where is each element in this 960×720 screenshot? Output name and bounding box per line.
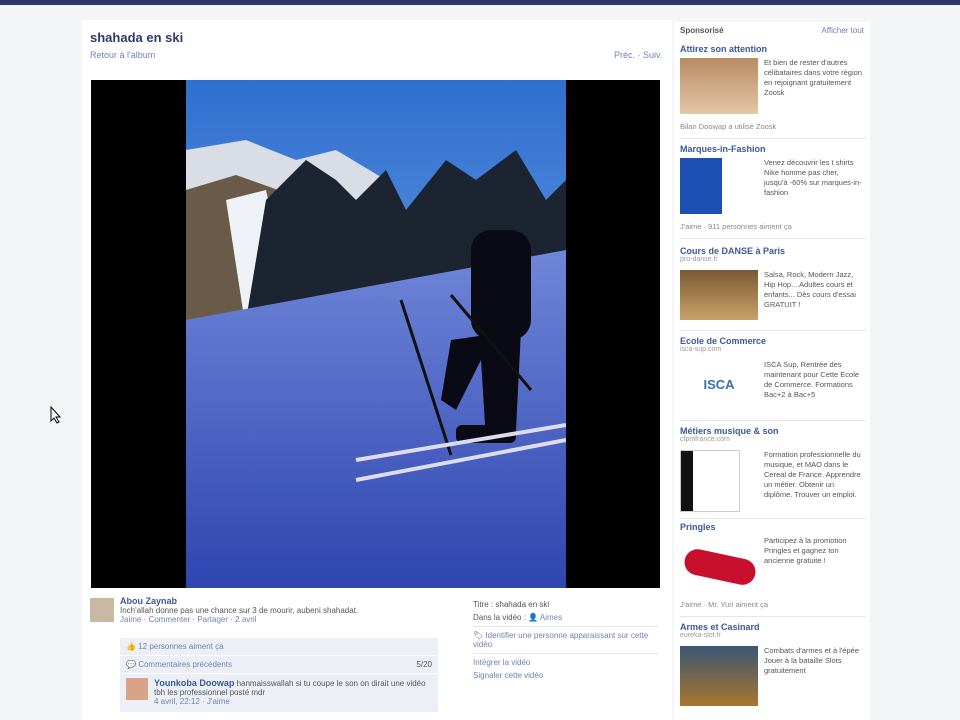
previous-comments-count: 5/20 — [416, 660, 432, 669]
ad-title[interactable]: Cours de DANSE à Paris — [680, 246, 866, 256]
ad-danse[interactable]: Cours de DANSE à Paris pro-danse.fr Sals… — [680, 246, 866, 332]
ad-pringles[interactable]: Pringles Participez à la promotion Pring… — [680, 522, 866, 614]
see-all-link[interactable]: Afficher tout — [821, 26, 864, 35]
identify-row: 🏷 Identifier une personne apparaissant s… — [473, 626, 658, 649]
top-bar — [0, 0, 960, 5]
ad-divider — [680, 330, 866, 331]
commenter-avatar[interactable] — [90, 598, 114, 622]
ad-social[interactable]: J'aime · 911 personnes aiment ça — [680, 222, 792, 231]
ad-title[interactable]: Armes et Casinard — [680, 622, 866, 632]
identify-link[interactable]: Identifier une personne apparaissant sur… — [473, 631, 648, 649]
tagged-person[interactable]: Aimes — [540, 613, 562, 622]
previous-comments-link[interactable]: Commentaires précédents — [138, 660, 232, 669]
ad-social: Bilan Doowap a utilisé Zoosk — [680, 122, 777, 131]
tag-icon: 🏷 — [473, 631, 484, 640]
ad-divider — [680, 420, 866, 421]
ad-text: Salsa, Rock, Modern Jazz, Hip Hop... Adu… — [764, 270, 856, 309]
ad-text: Venez découvrir les t shirts Nike homme … — [764, 158, 862, 197]
sponsored-heading: Sponsorisé — [680, 26, 724, 35]
ad-image[interactable] — [680, 544, 758, 590]
reply-meta[interactable]: 4 avril, 22:12 · J'aime — [154, 697, 432, 706]
comment-author[interactable]: Abou Zaynab — [120, 596, 438, 606]
comment-text: Inch'allah donne pas une chance sur 3 de… — [120, 606, 359, 615]
user-icon: 👤 — [528, 613, 539, 622]
like-icon: 👍 — [126, 642, 136, 651]
ad-image[interactable] — [680, 646, 758, 706]
ad-title[interactable]: Métiers musique & son — [680, 426, 866, 436]
video-player[interactable] — [91, 80, 660, 588]
ad-domain: eureka-slot.fr — [680, 632, 721, 639]
comment-icon: 💬 — [126, 660, 136, 669]
ad-divider — [680, 138, 866, 139]
ad-divider — [680, 518, 866, 519]
likes-count[interactable]: 12 personnes aiment ça — [138, 642, 223, 651]
ad-text: ISCA Sup, Rentrée des maintenant pour Ce… — [764, 360, 860, 399]
ad-logo[interactable] — [680, 450, 740, 512]
ad-image[interactable] — [680, 158, 722, 214]
ad-image[interactable] — [680, 58, 758, 114]
ad-text: Et bien de rester d'autres célibataires … — [764, 58, 862, 97]
report-link[interactable]: Signaler cette vidéo — [473, 671, 658, 680]
ad-isca[interactable]: Ecole de Commerce isca-sup.com ISCA ISCA… — [680, 336, 866, 420]
ad-domain: cfpmfrance.com — [680, 436, 730, 443]
ad-marques[interactable]: Marques-in-Fashion Venez découvrir les t… — [680, 144, 866, 236]
in-video-label: Dans la vidéo : — [473, 613, 526, 622]
ad-title[interactable]: Pringles — [680, 522, 866, 532]
video-from: Titre : shahada en ski — [473, 600, 550, 609]
mouse-cursor — [50, 405, 62, 429]
ad-text: Formation professionnelle du musique, et… — [764, 450, 861, 499]
prev-next-links[interactable]: Préc. · Suiv. — [614, 50, 662, 60]
ad-logo[interactable]: ISCA — [680, 360, 758, 410]
ad-armes[interactable]: Armes et Casinard eureka-slot.fr Combats… — [680, 622, 866, 718]
comment-thread-box: 👍 12 personnes aiment ça 💬 Commentaires … — [120, 638, 438, 712]
ad-image[interactable] — [680, 270, 758, 320]
ad-title[interactable]: Marques-in-Fashion — [680, 144, 866, 154]
ad-text: Participez à la promotion Pringles et ga… — [764, 536, 847, 565]
video-info: Titre : shahada en ski Dans la vidéo : 👤… — [473, 600, 658, 684]
back-to-album-link[interactable]: Retour à l'album — [90, 50, 155, 60]
reply-author[interactable]: Younkoba Doowap — [154, 678, 234, 688]
ad-domain: isca-sup.com — [680, 346, 722, 353]
ad-domain: pro-danse.fr — [680, 256, 718, 263]
ad-social[interactable]: J'aime · Mr. Yuri aiment ça — [680, 600, 768, 609]
ad-divider — [680, 238, 866, 239]
ad-title[interactable]: Ecole de Commerce — [680, 336, 866, 346]
ad-divider — [680, 616, 866, 617]
ad-cfpm[interactable]: Métiers musique & son cfpmfrance.com For… — [680, 426, 866, 518]
video-title: shahada en ski — [90, 30, 184, 45]
reply-avatar[interactable] — [126, 678, 148, 700]
tagged-row: Dans la vidéo : 👤 Aimes — [473, 613, 658, 622]
embed-link[interactable]: Intégrer la vidéo — [473, 653, 658, 667]
comment-actions[interactable]: Jaime · Commenter · Partager · 2 avril — [120, 615, 438, 624]
ski-scene — [186, 80, 566, 588]
ad-zoosk[interactable]: Attirez son attention Et bien de rester … — [680, 44, 866, 136]
ad-text: Combats d'armes et à l'épée Jouer à la b… — [764, 646, 859, 675]
ad-title[interactable]: Attirez son attention — [680, 44, 866, 54]
sponsored-header: Sponsorisé Afficher tout — [680, 26, 866, 35]
